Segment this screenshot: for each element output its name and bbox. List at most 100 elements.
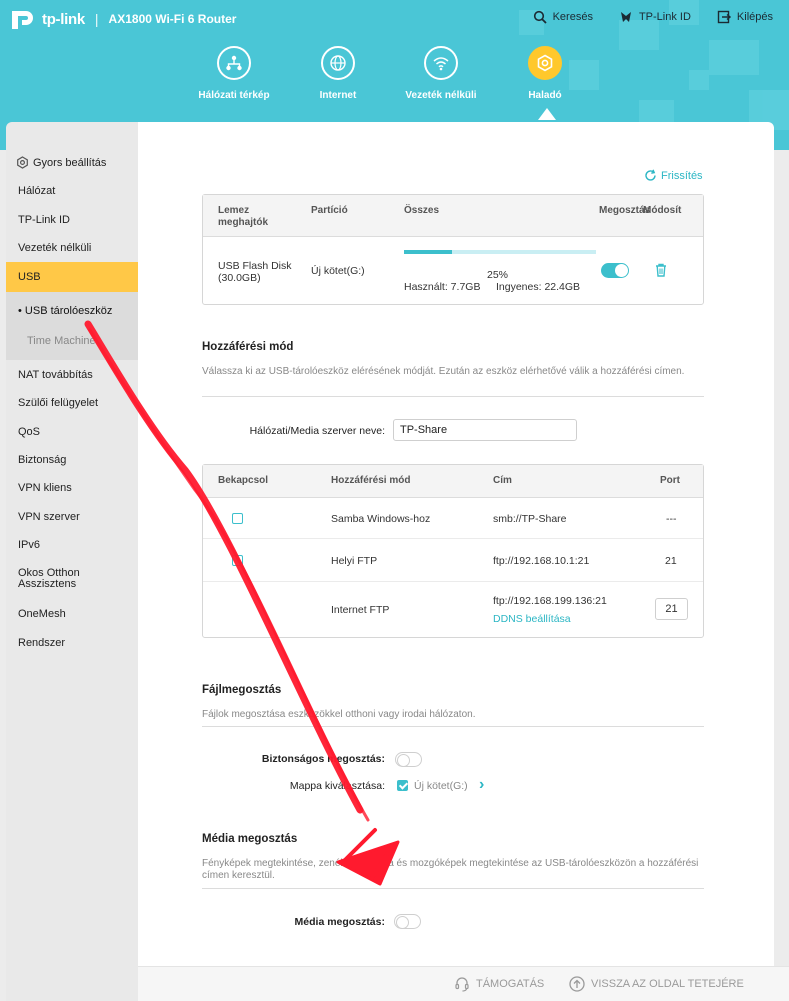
section-divider (202, 888, 704, 889)
col-modify: Módosít (643, 205, 682, 216)
router-model: AX1800 Wi-Fi 6 Router (108, 12, 237, 26)
refresh-icon (645, 169, 656, 181)
search-link[interactable]: Keresés (533, 10, 593, 24)
back-to-top-label: VISSZA AZ OLDAL TETEJÉRE (591, 978, 744, 990)
brand-name: tp-link (42, 10, 85, 28)
nav-network-map[interactable]: Hálózati térkép (179, 46, 289, 101)
usb-submenu: • USB tárolóeszköz Time Machine (6, 292, 138, 360)
partition-name: Új kötet(G:) (311, 265, 365, 277)
mode-name: Helyi FTP (331, 555, 378, 567)
mode-address: smb://TP-Share (493, 513, 567, 525)
mode-address: ftp://192.168.199.136:21 (493, 595, 607, 607)
sidebar-item-security[interactable]: Biztonság (18, 454, 66, 466)
tp-link-logo[interactable]: tp-link | AX1800 Wi-Fi 6 Router (8, 8, 236, 30)
col-total: Összes (404, 205, 440, 216)
internet-ftp-port-input[interactable]: 21 (655, 598, 688, 620)
media-sharing-desc: Fényképek megtekintése, zenék hallgatása… (202, 858, 699, 881)
share-toggle[interactable] (601, 263, 629, 278)
support-link[interactable]: TÁMOGATÁS (454, 976, 544, 992)
network-map-icon (226, 55, 242, 71)
tp-link-logo-icon (12, 11, 33, 29)
mode-port: --- (666, 513, 677, 525)
nav-wireless[interactable]: Vezeték nélküli (386, 46, 496, 101)
usage-percent: 25% (487, 269, 509, 281)
secure-sharing-toggle[interactable] (395, 752, 422, 767)
wifi-icon (433, 57, 449, 71)
sidebar-item-vpn-client[interactable]: VPN kliens (18, 482, 72, 494)
sidebar-item-network[interactable]: Hálózat (18, 185, 55, 197)
top-links: Keresés TP-Link ID Kilépés (533, 10, 773, 24)
sidebar-item-system[interactable]: Rendszer (18, 637, 65, 649)
nav-advanced[interactable]: Haladó (490, 46, 600, 101)
sidebar-item-tplink-id[interactable]: TP-Link ID (18, 214, 70, 226)
col-port: Port (660, 475, 680, 486)
nav-wireless-label: Vezeték nélküli (405, 90, 477, 101)
col-partition: Partíció (311, 205, 348, 216)
logout-icon (717, 10, 731, 24)
folder-select-label: Mappa kiválasztása: (289, 780, 385, 792)
search-icon (533, 10, 547, 24)
section-divider (202, 726, 704, 727)
advanced-gear-icon (537, 54, 553, 72)
sidebar-item-ipv6[interactable]: IPv6 (18, 539, 40, 551)
media-sharing-label: Média megosztás: (294, 916, 385, 928)
support-label: TÁMOGATÁS (476, 978, 545, 990)
back-to-top-link[interactable]: VISSZA AZ OLDAL TETEJÉRE (569, 976, 744, 992)
file-sharing-desc: Fájlok megosztása eszközökkel otthoni va… (202, 709, 476, 720)
mode-port: 21 (665, 555, 677, 567)
nav-internet[interactable]: Internet (283, 46, 393, 101)
tplink-id-link[interactable]: TP-Link ID (619, 10, 691, 24)
headset-icon (455, 977, 469, 992)
server-name-label: Hálózati/Media szerver neve: (249, 425, 385, 437)
enable-local-ftp-checkbox[interactable] (232, 555, 243, 566)
chevron-right-icon[interactable]: › (479, 776, 484, 794)
folder-checkbox[interactable] (397, 780, 408, 791)
search-link-label: Keresés (552, 11, 593, 23)
sidebar-item-parental-controls[interactable]: Szülői felügyelet (18, 397, 98, 409)
server-name-input[interactable]: TP-Share (393, 419, 577, 441)
folder-value: Új kötet(G:) (414, 780, 468, 792)
free-space: Ingyenes: 22.4GB (496, 281, 581, 293)
arrow-up-circle-icon (569, 976, 585, 992)
refresh-button[interactable]: Frissítés (644, 169, 703, 182)
media-sharing-toggle[interactable] (394, 914, 421, 929)
enable-samba-checkbox[interactable] (232, 513, 243, 524)
sidebar-subitem-time-machine[interactable]: Time Machine (27, 335, 96, 347)
sidebar-subitem-usb-storage[interactable]: • USB tárolóeszköz (18, 305, 112, 317)
sidebar-item-quick-setup[interactable]: Gyors beállítás (16, 156, 106, 169)
col-address: Cím (493, 475, 512, 486)
access-mode-title: Hozzáférési mód (202, 341, 294, 353)
sidebar-item-usb[interactable]: USB (6, 262, 138, 292)
file-sharing-title: Fájlmegosztás (202, 684, 282, 696)
mode-name: Samba Windows-hoz (331, 513, 431, 525)
usage-progress-fill (404, 250, 452, 254)
user-icon (620, 12, 631, 22)
sidebar-item-vpn-server[interactable]: VPN szerver (18, 511, 80, 523)
row-divider (203, 581, 703, 582)
trash-icon[interactable] (655, 263, 667, 277)
access-table: Bekapcsol Hozzáférési mód Cím Port Samba… (202, 464, 704, 638)
sidebar-item-wireless[interactable]: Vezeték nélküli (18, 242, 91, 254)
mode-address: ftp://192.168.10.1:21 (493, 555, 590, 567)
mode-name: Internet FTP (331, 604, 390, 616)
sidebar-item-smart-home[interactable]: Okos Otthon Asszisztens (18, 568, 98, 590)
logout-link[interactable]: Kilépés (717, 10, 773, 24)
nav-advanced-label: Haladó (528, 90, 562, 101)
sidebar: Gyors beállítás Hálózat TP-Link ID Vezet… (6, 122, 138, 1001)
col-drives: Lemez meghajtók (218, 205, 269, 228)
sidebar-item-onemesh[interactable]: OneMesh (18, 608, 66, 620)
tplink-id-link-label: TP-Link ID (638, 11, 691, 23)
nav-internet-label: Internet (319, 90, 357, 101)
gear-icon (17, 156, 28, 169)
brand-separator: | (94, 11, 99, 27)
refresh-label: Frissítés (661, 169, 703, 182)
sidebar-item-qos[interactable]: QoS (18, 426, 40, 438)
nav-network-map-label: Hálózati térkép (198, 90, 270, 101)
sidebar-item-nat-forwarding[interactable]: NAT továbbítás (18, 369, 93, 381)
media-sharing-title: Média megosztás (202, 833, 298, 845)
access-mode-desc: Válassza ki az USB-tárolóeszköz elérésén… (202, 366, 685, 377)
main-nav: Hálózati térkép Internet Vezeték nélküli… (0, 46, 789, 116)
secure-sharing-label: Biztonságos megosztás: (261, 753, 385, 765)
sidebar-subitem-label: USB tárolóeszköz (24, 305, 113, 317)
ddns-settings-link[interactable]: DDNS beállítása (493, 613, 571, 625)
